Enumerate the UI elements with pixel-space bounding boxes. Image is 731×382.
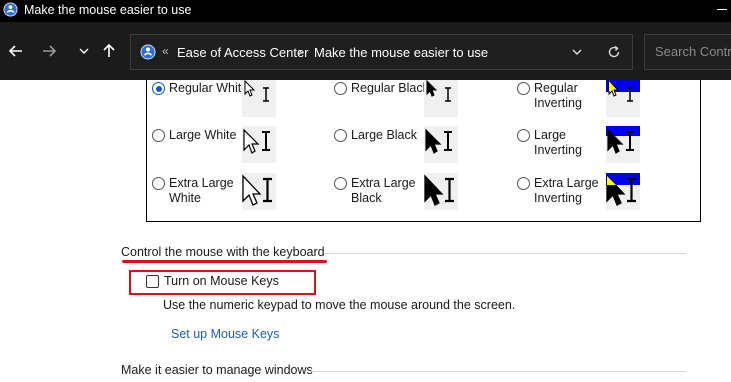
control-panel-icon	[140, 44, 156, 60]
pointer-preview-extra-large-black	[424, 173, 458, 210]
radio-button[interactable]	[334, 177, 347, 190]
radio-button[interactable]	[517, 129, 530, 142]
scheme-label: Extra Large Inverting	[534, 176, 599, 205]
pointer-preview-extra-large-white	[242, 173, 276, 210]
section-title-keyboard: Control the mouse with the keyboard	[121, 245, 325, 259]
minimize-button[interactable]	[713, 0, 727, 20]
breadcrumb-ease-of-access[interactable]: Ease of Access Center	[177, 45, 309, 60]
radio-button[interactable]	[334, 129, 347, 142]
address-bar[interactable]: « Ease of Access Center › Make the mouse…	[130, 34, 633, 70]
scheme-label: Extra Large White	[169, 176, 234, 205]
refresh-icon[interactable]	[606, 44, 622, 60]
breadcrumb-current[interactable]: Make the mouse easier to use	[314, 45, 488, 60]
breadcrumb-overflow[interactable]: «	[162, 44, 169, 58]
chevron-down-icon	[79, 48, 89, 54]
arrow-up-icon	[103, 43, 115, 57]
search-input[interactable]: Search Control Panel	[644, 34, 731, 70]
radio-button[interactable]	[152, 177, 165, 190]
mouse-keys-checkbox[interactable]	[146, 275, 159, 288]
radio-button[interactable]	[152, 82, 165, 95]
pointer-preview-large-inverting	[606, 126, 640, 163]
pointer-preview-extra-large-inverting	[606, 173, 640, 210]
window-title: Make the mouse easier to use	[24, 3, 192, 17]
pointer-preview-regular-black	[424, 80, 458, 117]
arrow-right-icon	[43, 45, 57, 57]
radio-button[interactable]	[517, 82, 530, 95]
scheme-label: Large White	[169, 128, 237, 142]
breadcrumb-separator[interactable]: ›	[298, 44, 302, 59]
pointer-preview-regular-inverting	[606, 80, 640, 117]
mouse-keys-label[interactable]: Turn on Mouse Keys	[164, 274, 279, 288]
up-button[interactable]	[96, 38, 122, 64]
scheme-label: Extra Large Black	[351, 176, 416, 205]
section-divider	[310, 371, 686, 372]
scheme-label: Large Black	[351, 128, 418, 142]
pointer-preview-regular-white	[242, 80, 276, 117]
arrow-left-icon	[8, 45, 22, 57]
radio-button[interactable]	[334, 82, 347, 95]
setup-mouse-keys-link[interactable]: Set up Mouse Keys	[171, 327, 279, 341]
radio-button[interactable]	[152, 129, 165, 142]
pointer-preview-large-white	[242, 126, 276, 163]
back-button[interactable]	[3, 38, 29, 64]
mouse-keys-description: Use the numeric keypad to move the mouse…	[163, 298, 516, 312]
scheme-label: Regular White	[169, 81, 249, 95]
navigation-bar: « Ease of Access Center › Make the mouse…	[0, 22, 731, 80]
title-bar: Make the mouse easier to use	[0, 0, 731, 22]
section-divider	[324, 253, 686, 254]
control-panel-icon	[3, 2, 18, 17]
forward-button[interactable]	[36, 38, 62, 64]
pointer-preview-large-black	[424, 126, 458, 163]
chevron-down-button[interactable]	[71, 38, 97, 64]
annotation-underline	[122, 260, 327, 263]
radio-button[interactable]	[517, 177, 530, 190]
scheme-label: Regular Inverting	[534, 81, 582, 110]
section-title-windows: Make it easier to manage windows	[121, 363, 313, 377]
chevron-down-icon[interactable]	[570, 45, 584, 59]
scheme-label: Large Inverting	[534, 128, 582, 157]
